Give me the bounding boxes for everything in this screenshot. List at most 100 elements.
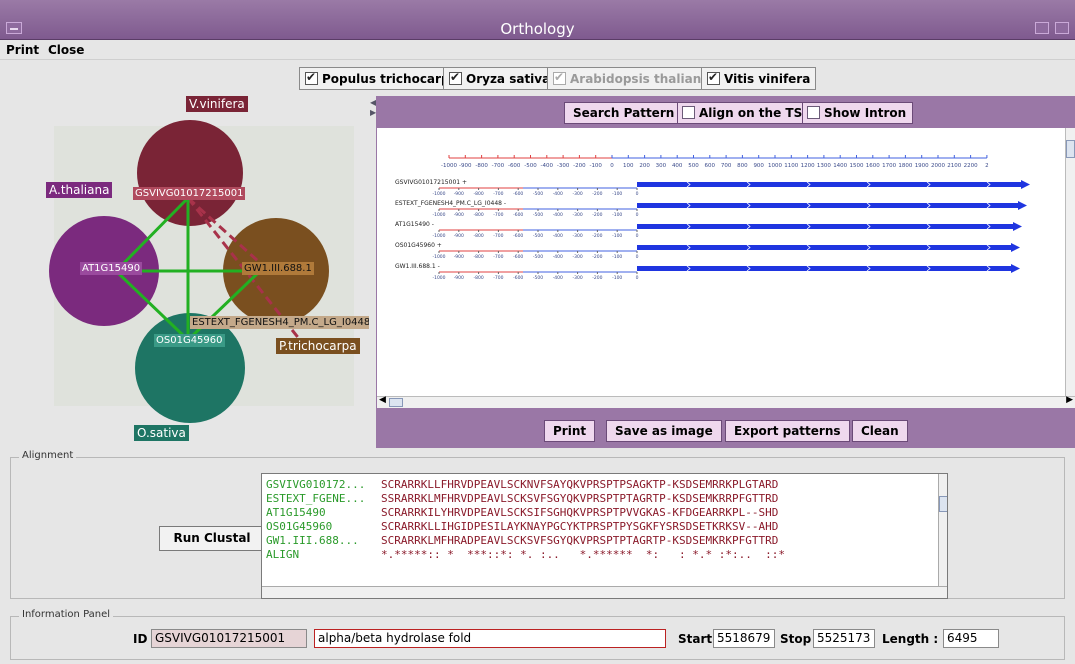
title-bar: Orthology: [0, 0, 1075, 40]
scroll-left-icon[interactable]: ◀: [379, 395, 386, 405]
length-field[interactable]: 6495: [943, 629, 999, 648]
alignment-seq-name: OS01G45960: [266, 520, 333, 533]
track-mini-tick-label: -100: [612, 191, 622, 197]
track-mini-tick-label: -1000: [432, 212, 445, 218]
alignment-row: GW1.III.688... SCRARRKLMFHRADPEAVLSCKSVFS…: [266, 534, 778, 547]
alignment-seq-name: ALIGN: [266, 548, 300, 561]
axis-tick-label: -200: [573, 163, 586, 169]
orthology-graph-panel: V.vinifera A.thaliana P.trichocarpa O.sa…: [14, 96, 369, 448]
track-mini-tick-label: -800: [473, 212, 483, 218]
axis-tick-label: -500: [524, 163, 537, 169]
species-filter-bar: Populus trichocarpa Oryza sativa Arabido…: [0, 60, 1075, 96]
axis-tick-label: 300: [656, 163, 667, 169]
track-mini-tick-label: -800: [473, 275, 483, 281]
axis-tick-label: 2100: [947, 163, 961, 169]
scroll-thumb[interactable]: [939, 496, 947, 512]
track-vertical-scrollbar[interactable]: [1065, 128, 1075, 396]
gene-node-osativa[interactable]: OS01G45960: [154, 334, 225, 347]
checkbox-icon: [807, 106, 820, 119]
axis-tick-label: 800: [737, 163, 748, 169]
stop-field[interactable]: 5525173: [813, 629, 875, 648]
track-mini-tick-label: -500: [533, 212, 543, 218]
menu-close[interactable]: Close: [48, 43, 84, 57]
axis-tick-label: 2200: [964, 163, 978, 169]
align-tss-checkbox[interactable]: Align on the TSS: [677, 102, 818, 124]
scroll-thumb[interactable]: [389, 398, 403, 407]
track-mini-tick-label: -400: [553, 191, 563, 197]
menu-print[interactable]: Print: [6, 43, 39, 57]
axis-tick-label: 900: [753, 163, 764, 169]
track-mini-tick-label: -400: [553, 212, 563, 218]
gene-node-athaliana[interactable]: AT1G15490: [80, 262, 143, 275]
axis-tick-label: 1100: [784, 163, 798, 169]
track-mini-tick-label: -900: [454, 254, 464, 260]
alignment-seq-name: GW1.III.688...: [266, 534, 359, 547]
scroll-right-icon[interactable]: ▶: [1066, 395, 1073, 405]
track-mini-tick-label: -1000: [432, 233, 445, 239]
clean-button[interactable]: Clean: [852, 420, 908, 442]
alignment-vertical-scrollbar[interactable]: [938, 474, 947, 586]
alignment-seq-name: AT1G15490: [266, 506, 326, 519]
track-mini-tick-label: -100: [612, 233, 622, 239]
panel-splitter[interactable]: ◀ ▶: [369, 96, 376, 448]
start-label: Start: [678, 632, 713, 646]
track-label: OS01G45960 +: [395, 242, 442, 249]
minimize-button[interactable]: [1035, 22, 1049, 34]
species-label-athaliana: A.thaliana: [46, 182, 113, 198]
track-mini-tick-label: -300: [572, 191, 582, 197]
gene-node-vvinifera[interactable]: GSVIVG01017215001: [133, 187, 246, 200]
gene-node-ptrichocarpa-est[interactable]: ESTEXT_FGENESH4_PM.C_LG_I0448: [190, 316, 369, 329]
species-checkbox-populus[interactable]: Populus trichocarpa: [299, 67, 464, 90]
vvinifera-node[interactable]: [137, 120, 243, 226]
track-mini-tick-label: -600: [513, 212, 523, 218]
species-checkbox-arabidopsis: Arabidopsis thaliana: [547, 67, 716, 90]
track-mini-tick-label: -900: [454, 275, 464, 281]
track-label: GW1.III.688.1 -: [395, 263, 440, 270]
species-checkbox-oryza[interactable]: Oryza sativa: [443, 67, 557, 90]
track-mini-tick-label: 0: [636, 191, 639, 197]
scroll-thumb[interactable]: [1066, 140, 1075, 158]
alignment-row: ALIGN *.*****:: * ***::*: *. :.. *.******…: [266, 548, 785, 561]
osativa-node[interactable]: [135, 313, 245, 423]
track-label: GSVIVG01017215001 +: [395, 179, 467, 186]
print-button[interactable]: Print: [544, 420, 596, 442]
track-mini-tick-label: -700: [493, 212, 503, 218]
alignment-section: Alignment Run Clustal GSVIVG010172... SCR…: [10, 450, 1065, 599]
track-mini-tick-label: -900: [454, 212, 464, 218]
axis-tick-label: 2000: [931, 163, 945, 169]
alignment-row: ESTEXT_FGENE... SSRARRKLMFHRVDPEAVLSCKSVF…: [266, 492, 778, 505]
search-pattern-button[interactable]: Search Pattern: [564, 102, 684, 124]
run-clustal-button[interactable]: Run Clustal: [159, 526, 265, 551]
export-patterns-button[interactable]: Export patterns: [725, 420, 850, 442]
description-field[interactable]: alpha/beta hydrolase fold: [314, 629, 666, 648]
checkbox-icon: [305, 70, 318, 85]
gene-body-bar: [637, 203, 1018, 208]
id-field[interactable]: GSVIVG01017215001: [151, 629, 307, 648]
species-checkbox-vitis[interactable]: Vitis vinifera: [701, 67, 817, 90]
track-mini-tick-label: -300: [572, 275, 582, 281]
start-field[interactable]: 5518679: [713, 629, 775, 648]
track-horizontal-scrollbar[interactable]: ◀ ▶: [377, 395, 1075, 408]
alignment-horizontal-scrollbar[interactable]: [262, 586, 947, 598]
gene-node-ptrichocarpa[interactable]: GW1.III.688.1: [242, 262, 314, 275]
alignment-seq-residues: SCRARRKLMFHRADPEAVLSCKSVFSGYQKVPRSPTPTAG…: [381, 534, 779, 547]
axis-tick-label: 1500: [850, 163, 864, 169]
track-mini-tick-label: -100: [612, 212, 622, 218]
align-tss-label: Align on the TSS: [699, 106, 811, 120]
save-image-button[interactable]: Save as image: [606, 420, 722, 442]
species-label-ptrichocarpa: P.trichocarpa: [276, 338, 360, 354]
track-mini-tick-label: -300: [572, 254, 582, 260]
checkbox-icon: [707, 70, 720, 85]
alignment-text-area[interactable]: GSVIVG010172... SCRARRKLLFHRVDPEAVLSCKNVF…: [261, 473, 948, 599]
show-intron-checkbox[interactable]: Show Intron: [802, 102, 914, 124]
track-mini-tick-label: -200: [592, 275, 602, 281]
gene-body-bar: [637, 266, 1011, 271]
gene-track-canvas[interactable]: -1000 -900 -800 -700 -600 -500 -400 -300 -200 -10…: [377, 128, 1065, 396]
window-title: Orthology: [500, 20, 575, 38]
gene-end-arrow: [1013, 222, 1022, 231]
track-mini-tick-label: 0: [636, 212, 639, 218]
maximize-button[interactable]: [1055, 22, 1069, 34]
axis-tick-label: 1700: [882, 163, 896, 169]
alignment-seq-residues: *.*****:: * ***::*: *. :.. *.****** *: :…: [381, 548, 785, 561]
track-label: ESTEXT_FGENESH4_PM.C_LG_I0448 -: [395, 200, 506, 207]
